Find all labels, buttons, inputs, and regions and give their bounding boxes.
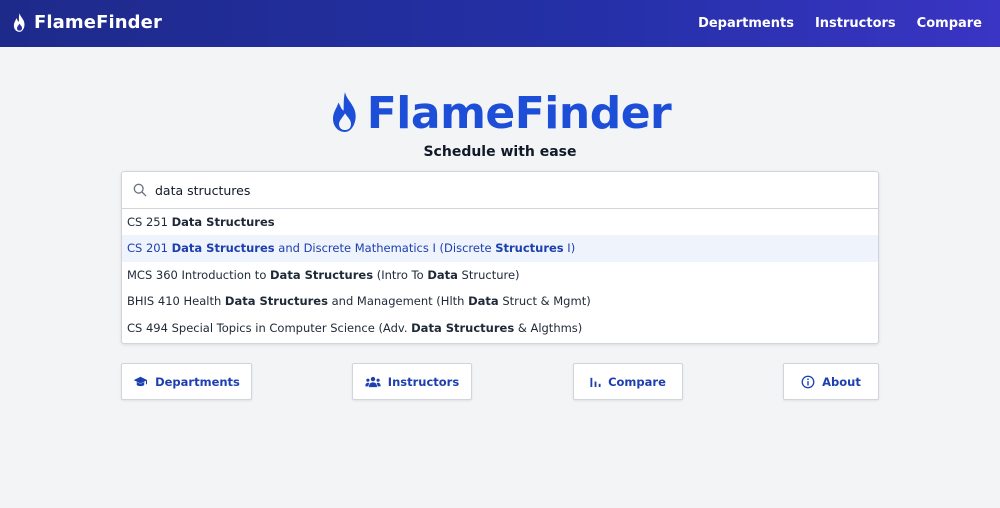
bar-chart-icon bbox=[590, 376, 601, 387]
suggestion-match-text: Data Structures bbox=[411, 320, 515, 335]
instructors-button-label: Instructors bbox=[387, 374, 460, 389]
flame-logo-icon bbox=[329, 91, 361, 137]
instructors-button[interactable]: Instructors bbox=[352, 363, 472, 400]
main-nav: Departments Instructors Compare bbox=[698, 0, 982, 47]
suggestion-item[interactable]: CS 201 Data Structures and Discrete Math… bbox=[122, 235, 878, 262]
search-input[interactable] bbox=[155, 182, 835, 198]
brand[interactable]: FlameFinder bbox=[12, 12, 162, 33]
search-bar bbox=[122, 172, 878, 209]
departments-button[interactable]: Departments bbox=[121, 363, 252, 400]
compare-button-label: Compare bbox=[608, 374, 666, 389]
compare-button[interactable]: Compare bbox=[573, 363, 683, 400]
suggestion-text: and Discrete Mathematics I (Discrete bbox=[274, 241, 496, 256]
suggestion-match-text: Data Structures bbox=[224, 294, 328, 309]
suggestion-text: CS 251 bbox=[127, 215, 172, 229]
users-icon bbox=[365, 376, 381, 388]
suggestion-match-text: Data Structures bbox=[270, 267, 374, 282]
top-navbar: FlameFinder Departments Instructors Comp… bbox=[0, 0, 1000, 47]
flame-icon bbox=[12, 13, 27, 32]
suggestion-item[interactable]: CS 494 Special Topics in Computer Scienc… bbox=[122, 315, 878, 341]
hero-title: FlameFinder bbox=[366, 88, 672, 139]
suggestion-item[interactable]: CS 251 Data Structures bbox=[122, 209, 878, 235]
info-icon bbox=[801, 375, 815, 389]
graduation-cap-icon bbox=[133, 376, 148, 388]
suggestion-text: MCS 360 Introduction to bbox=[127, 267, 271, 282]
nav-compare[interactable]: Compare bbox=[917, 16, 982, 31]
suggestion-text: CS 494 Special Topics in Computer Scienc… bbox=[127, 320, 412, 335]
suggestion-list: CS 251 Data Structures CS 201 Data Struct… bbox=[122, 209, 878, 343]
tagline: Schedule with ease bbox=[423, 144, 577, 160]
suggestion-item[interactable]: BHIS 410 Health Data Structures and Mana… bbox=[122, 288, 878, 314]
nav-departments[interactable]: Departments bbox=[698, 16, 794, 31]
hero-logo: FlameFinder bbox=[0, 88, 1000, 140]
search-box: CS 251 Data StructuresCS 201 Data Struct… bbox=[121, 171, 879, 344]
suggestion-text: CS 201 bbox=[127, 241, 172, 256]
search-icon bbox=[122, 183, 154, 197]
suggestion-text: BHIS 410 Health bbox=[127, 294, 225, 309]
suggestion-text: (Intro To bbox=[373, 267, 428, 282]
suggestion-match-text: Structures bbox=[495, 241, 564, 256]
suggestion-text: and Management (Hlth bbox=[327, 294, 469, 309]
about-button[interactable]: About bbox=[783, 363, 879, 400]
suggestion-text: I) bbox=[563, 241, 576, 256]
nav-instructors[interactable]: Instructors bbox=[815, 16, 896, 31]
suggestion-text: Structure) bbox=[457, 267, 520, 282]
suggestion-text: Struct & Mgmt) bbox=[498, 294, 591, 309]
suggestion-match-text: Data Structures bbox=[171, 215, 275, 229]
departments-button-label: Departments bbox=[155, 374, 240, 389]
suggestion-match-text: Data Structures bbox=[171, 241, 275, 256]
about-button-label: About bbox=[822, 374, 861, 389]
suggestion-text: & Algthms) bbox=[514, 320, 583, 335]
suggestion-match-text: Data bbox=[427, 267, 458, 282]
suggestion-match-text: Data bbox=[468, 294, 499, 309]
brand-name: FlameFinder bbox=[34, 12, 162, 33]
suggestion-item[interactable]: MCS 360 Introduction to Data Structures … bbox=[122, 262, 878, 288]
